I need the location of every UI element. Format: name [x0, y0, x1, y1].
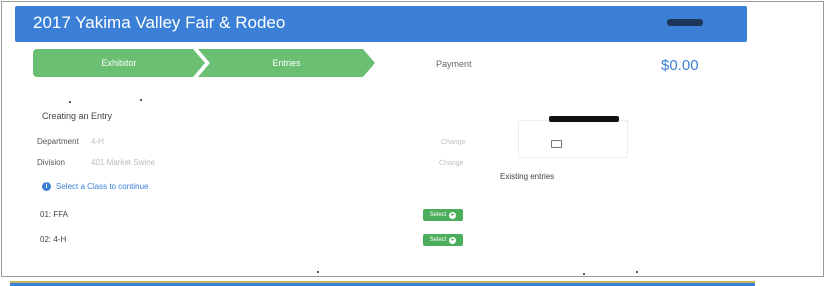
progress-steps: Exhibitor Entries [33, 49, 375, 77]
info-icon: i [42, 182, 51, 191]
window-frame [1, 1, 824, 277]
select-class-button[interactable]: Select ▸ [423, 234, 463, 246]
redacted-text [549, 116, 619, 122]
department-value: 4-H [91, 137, 104, 146]
app-title: 2017 Yakima Valley Fair & Rodeo [33, 13, 286, 32]
select-class-hint: i Select a Class to continue [42, 182, 149, 191]
class-name: 01: FFA [40, 210, 69, 219]
accent-line [10, 281, 755, 283]
artifact-dot [583, 273, 585, 275]
select-button-label: Select [429, 237, 447, 243]
artifact-dot [140, 99, 142, 101]
change-department-link[interactable]: Change [441, 139, 466, 146]
department-label: Department [37, 137, 79, 146]
division-value: 401 Market Swine [91, 158, 156, 167]
page: 2017 Yakima Valley Fair & Rodeo Exhibito… [0, 0, 825, 286]
select-button-label: Select [429, 212, 447, 218]
cart-panel [518, 120, 628, 158]
cart-icon[interactable] [551, 140, 562, 148]
step-entries[interactable]: Entries [198, 49, 375, 77]
arrow-right-icon: ▸ [449, 211, 457, 219]
existing-entries-label: Existing entries [500, 172, 555, 181]
step-payment[interactable]: Payment [436, 59, 472, 69]
cart-total: $0.00 [661, 57, 699, 74]
artifact-dot [69, 101, 71, 103]
step-exhibitor[interactable]: Exhibitor [33, 49, 205, 77]
hint-text: Select a Class to continue [56, 182, 149, 191]
division-label: Division [37, 158, 66, 167]
select-class-button[interactable]: Select ▸ [423, 209, 463, 221]
next-page-header-edge [10, 281, 755, 286]
class-name: 02: 4-H [40, 235, 67, 244]
arrow-right-icon: ▸ [449, 236, 457, 244]
change-division-link[interactable]: Change [439, 160, 464, 167]
app-header: 2017 Yakima Valley Fair & Rodeo [15, 6, 747, 42]
user-menu[interactable] [667, 19, 703, 26]
artifact-dot [636, 271, 638, 273]
artifact-dot [317, 271, 319, 273]
form-heading: Creating an Entry [42, 111, 113, 121]
